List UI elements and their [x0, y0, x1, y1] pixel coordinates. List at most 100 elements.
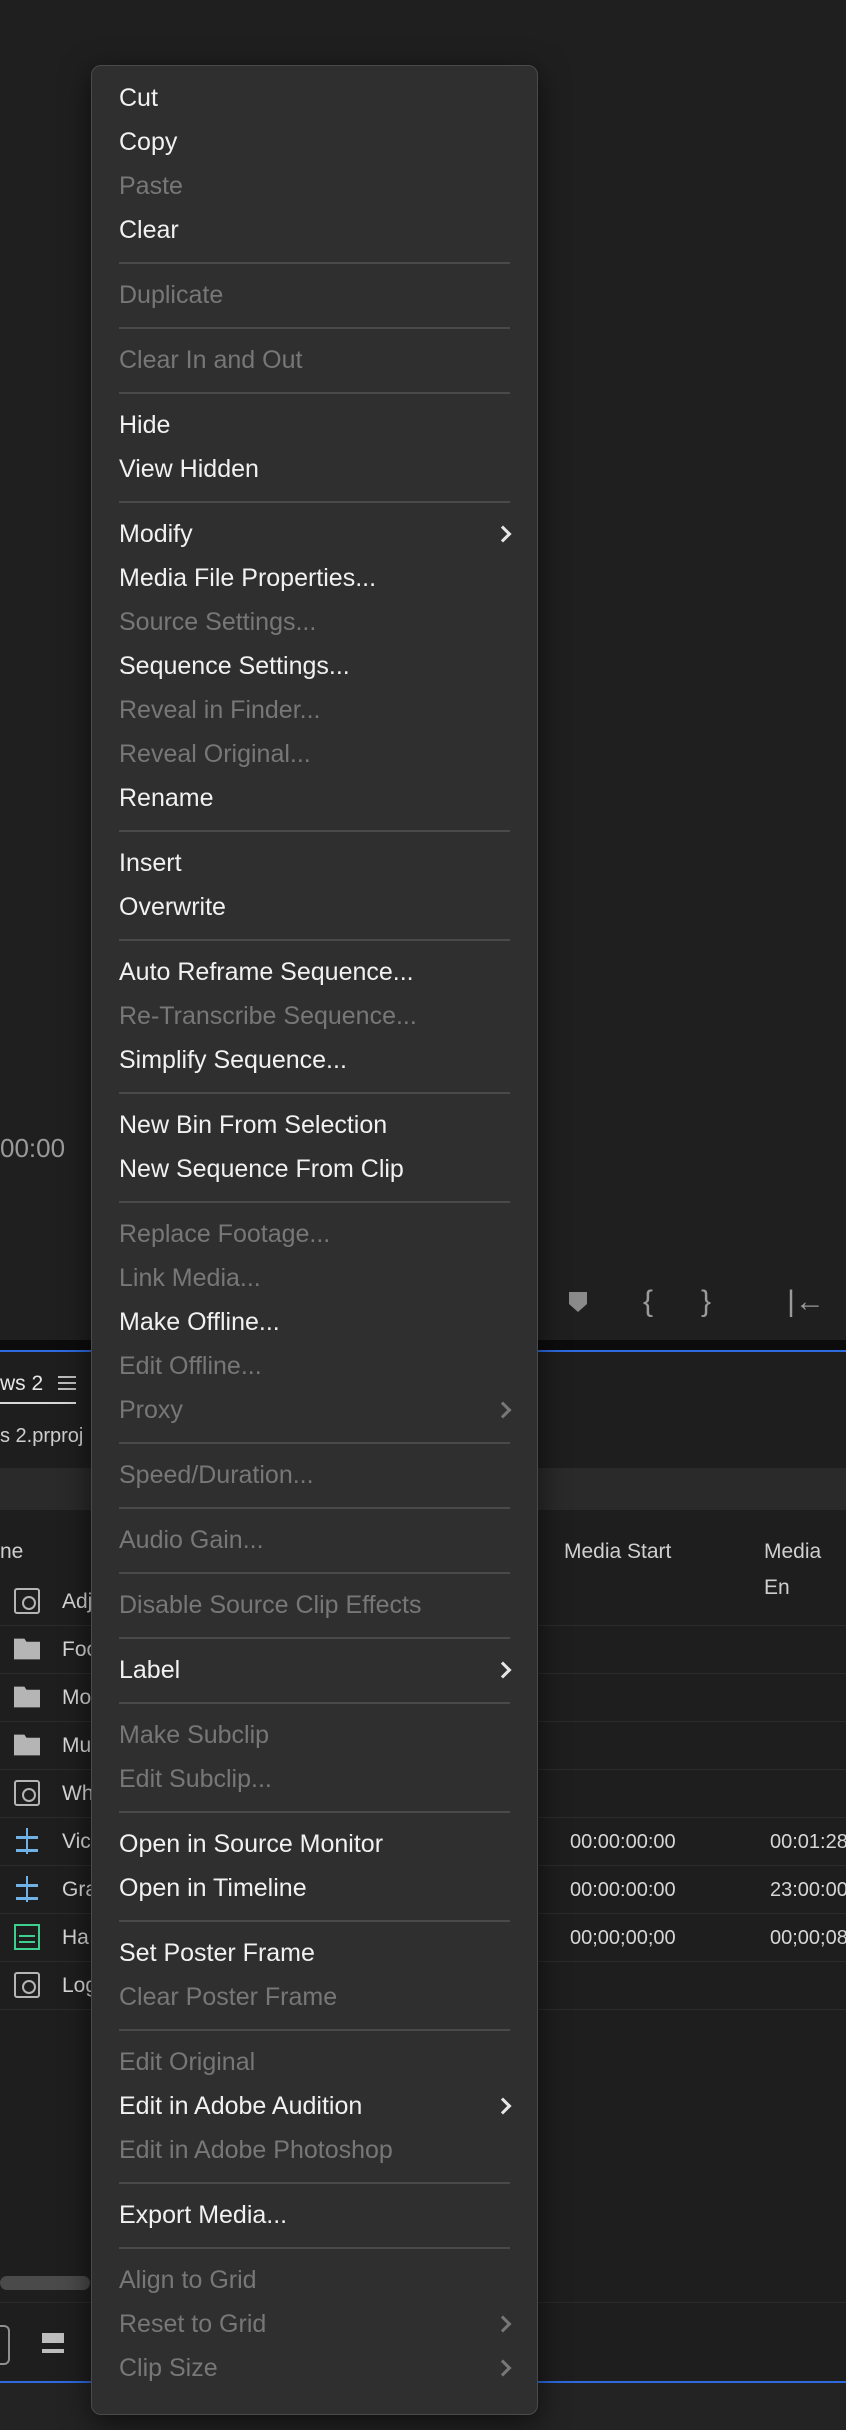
menu-item-clear-poster-frame[interactable]: Clear Poster Frame: [92, 1975, 537, 2019]
project-tab-label: ws 2: [0, 1372, 44, 1395]
chevron-right-icon: [494, 1401, 512, 1419]
menu-item-speed-duration[interactable]: Speed/Duration...: [92, 1453, 537, 1497]
menu-item-edit-in-adobe-photoshop[interactable]: Edit in Adobe Photoshop: [92, 2128, 537, 2172]
menu-item-cut[interactable]: Cut: [92, 76, 537, 120]
menu-item-label: New Sequence From Clip: [119, 1155, 404, 1183]
menu-item-align-to-grid[interactable]: Align to Grid: [92, 2258, 537, 2302]
menu-item-label: Edit in Adobe Photoshop: [119, 2136, 393, 2164]
folder-icon: [14, 1638, 40, 1660]
menu-item-label: Set Poster Frame: [119, 1939, 315, 1967]
menu-item-view-hidden[interactable]: View Hidden: [92, 447, 537, 491]
menu-item-hide[interactable]: Hide: [92, 403, 537, 447]
menu-item-source-settings[interactable]: Source Settings...: [92, 600, 537, 644]
menu-item-rename[interactable]: Rename: [92, 776, 537, 820]
menu-item-label: Sequence Settings...: [119, 652, 350, 680]
folder-icon: [14, 1686, 40, 1708]
menu-item-label: Make Offline...: [119, 1308, 280, 1336]
menu-separator: [119, 2247, 510, 2249]
menu-item-clip-size[interactable]: Clip Size: [92, 2346, 537, 2390]
menu-item-make-subclip[interactable]: Make Subclip: [92, 1713, 537, 1757]
list-view-icon[interactable]: [0, 2325, 10, 2365]
menu-item-overwrite[interactable]: Overwrite: [92, 885, 537, 929]
menu-item-new-sequence-from-clip[interactable]: New Sequence From Clip: [92, 1147, 537, 1191]
menu-item-clear-in-and-out[interactable]: Clear In and Out: [92, 338, 537, 382]
menu-item-export-media[interactable]: Export Media...: [92, 2193, 537, 2237]
menu-separator: [119, 1442, 510, 1444]
menu-separator: [119, 1201, 510, 1203]
menu-separator: [119, 327, 510, 329]
menu-item-label: Make Subclip: [119, 1721, 270, 1749]
menu-item-open-in-source-monitor[interactable]: Open in Source Monitor: [92, 1822, 537, 1866]
column-header-media-end[interactable]: Media En: [764, 1534, 846, 1599]
menu-item-new-bin-from-selection[interactable]: New Bin From Selection: [92, 1103, 537, 1147]
column-header-name[interactable]: ne: [0, 1534, 23, 1570]
menu-item-label[interactable]: Label: [92, 1648, 537, 1692]
menu-item-reveal-original[interactable]: Reveal Original...: [92, 732, 537, 776]
menu-item-label: Overwrite: [119, 893, 226, 921]
menu-item-label: Copy: [119, 128, 178, 156]
menu-separator: [119, 1920, 510, 1922]
project-item-name: Adj: [62, 1590, 93, 1613]
project-item-media-end: 00;00;08: [770, 1927, 846, 1949]
menu-item-label: Edit Offline...: [119, 1352, 262, 1380]
chevron-right-icon: [494, 2315, 512, 2333]
menu-separator: [119, 1811, 510, 1813]
menu-item-label: Edit Original: [119, 2048, 256, 2076]
menu-item-label: Open in Source Monitor: [119, 1830, 384, 1858]
playhead-timecode[interactable]: 00:00: [0, 1128, 65, 1168]
audio-icon: [14, 1924, 40, 1950]
menu-item-paste[interactable]: Paste: [92, 164, 537, 208]
menu-item-duplicate[interactable]: Duplicate: [92, 273, 537, 317]
project-item-name: Vic: [62, 1830, 91, 1853]
menu-item-auto-reframe-sequence[interactable]: Auto Reframe Sequence...: [92, 950, 537, 994]
horizontal-scrollbar[interactable]: [0, 2276, 90, 2290]
context-menu: Cut Copy Paste Clear Duplicate Clear In and O…: [91, 65, 538, 2415]
menu-item-edit-original[interactable]: Edit Original: [92, 2040, 537, 2084]
menu-item-modify[interactable]: Modify: [92, 512, 537, 556]
menu-item-label: Clear In and Out: [119, 346, 303, 374]
menu-item-disable-source-clip-effects[interactable]: Disable Source Clip Effects: [92, 1583, 537, 1627]
menu-item-label: Reveal in Finder...: [119, 696, 321, 724]
menu-item-re-transcribe-sequence[interactable]: Re-Transcribe Sequence...: [92, 994, 537, 1038]
menu-item-edit-offline[interactable]: Edit Offline...: [92, 1344, 537, 1388]
sequence-icon: [14, 1828, 40, 1854]
menu-item-label: Speed/Duration...: [119, 1461, 314, 1489]
menu-separator: [119, 1637, 510, 1639]
mark-out-icon[interactable]: }: [688, 1284, 724, 1320]
add-marker-icon[interactable]: [560, 1284, 596, 1320]
project-item-media-end: 23:00:00: [770, 1879, 846, 1901]
go-to-in-icon[interactable]: |←: [786, 1284, 826, 1320]
menu-separator: [119, 1572, 510, 1574]
column-header-media-start[interactable]: Media Start: [564, 1534, 671, 1570]
menu-item-simplify-sequence[interactable]: Simplify Sequence...: [92, 1038, 537, 1082]
menu-item-label: Proxy: [119, 1396, 183, 1424]
icon-view-icon[interactable]: [42, 2333, 64, 2353]
clip-icon: [14, 1780, 40, 1806]
menu-item-sequence-settings[interactable]: Sequence Settings...: [92, 644, 537, 688]
menu-item-link-media[interactable]: Link Media...: [92, 1256, 537, 1300]
clip-icon: [14, 1588, 40, 1614]
menu-separator: [119, 2182, 510, 2184]
menu-item-open-in-timeline[interactable]: Open in Timeline: [92, 1866, 537, 1910]
menu-item-proxy[interactable]: Proxy: [92, 1388, 537, 1432]
menu-item-copy[interactable]: Copy: [92, 120, 537, 164]
menu-item-clear[interactable]: Clear: [92, 208, 537, 252]
menu-separator: [119, 1702, 510, 1704]
menu-item-set-poster-frame[interactable]: Set Poster Frame: [92, 1931, 537, 1975]
project-item-media-start: 00:00:00:00: [570, 1879, 676, 1901]
menu-item-make-offline[interactable]: Make Offline...: [92, 1300, 537, 1344]
menu-item-label: Cut: [119, 84, 158, 112]
menu-item-edit-subclip[interactable]: Edit Subclip...: [92, 1757, 537, 1801]
menu-item-insert[interactable]: Insert: [92, 841, 537, 885]
menu-item-audio-gain[interactable]: Audio Gain...: [92, 1518, 537, 1562]
menu-item-edit-in-adobe-audition[interactable]: Edit in Adobe Audition: [92, 2084, 537, 2128]
menu-item-media-file-properties[interactable]: Media File Properties...: [92, 556, 537, 600]
menu-item-replace-footage[interactable]: Replace Footage...: [92, 1212, 537, 1256]
menu-item-label: Reveal Original...: [119, 740, 311, 768]
project-item-media-start: 00;00;00;00: [570, 1927, 676, 1949]
menu-item-label: New Bin From Selection: [119, 1111, 388, 1139]
panel-menu-icon[interactable]: [58, 1376, 76, 1390]
menu-item-reveal-in-finder[interactable]: Reveal in Finder...: [92, 688, 537, 732]
mark-in-icon[interactable]: {: [630, 1284, 666, 1320]
menu-item-reset-to-grid[interactable]: Reset to Grid: [92, 2302, 537, 2346]
